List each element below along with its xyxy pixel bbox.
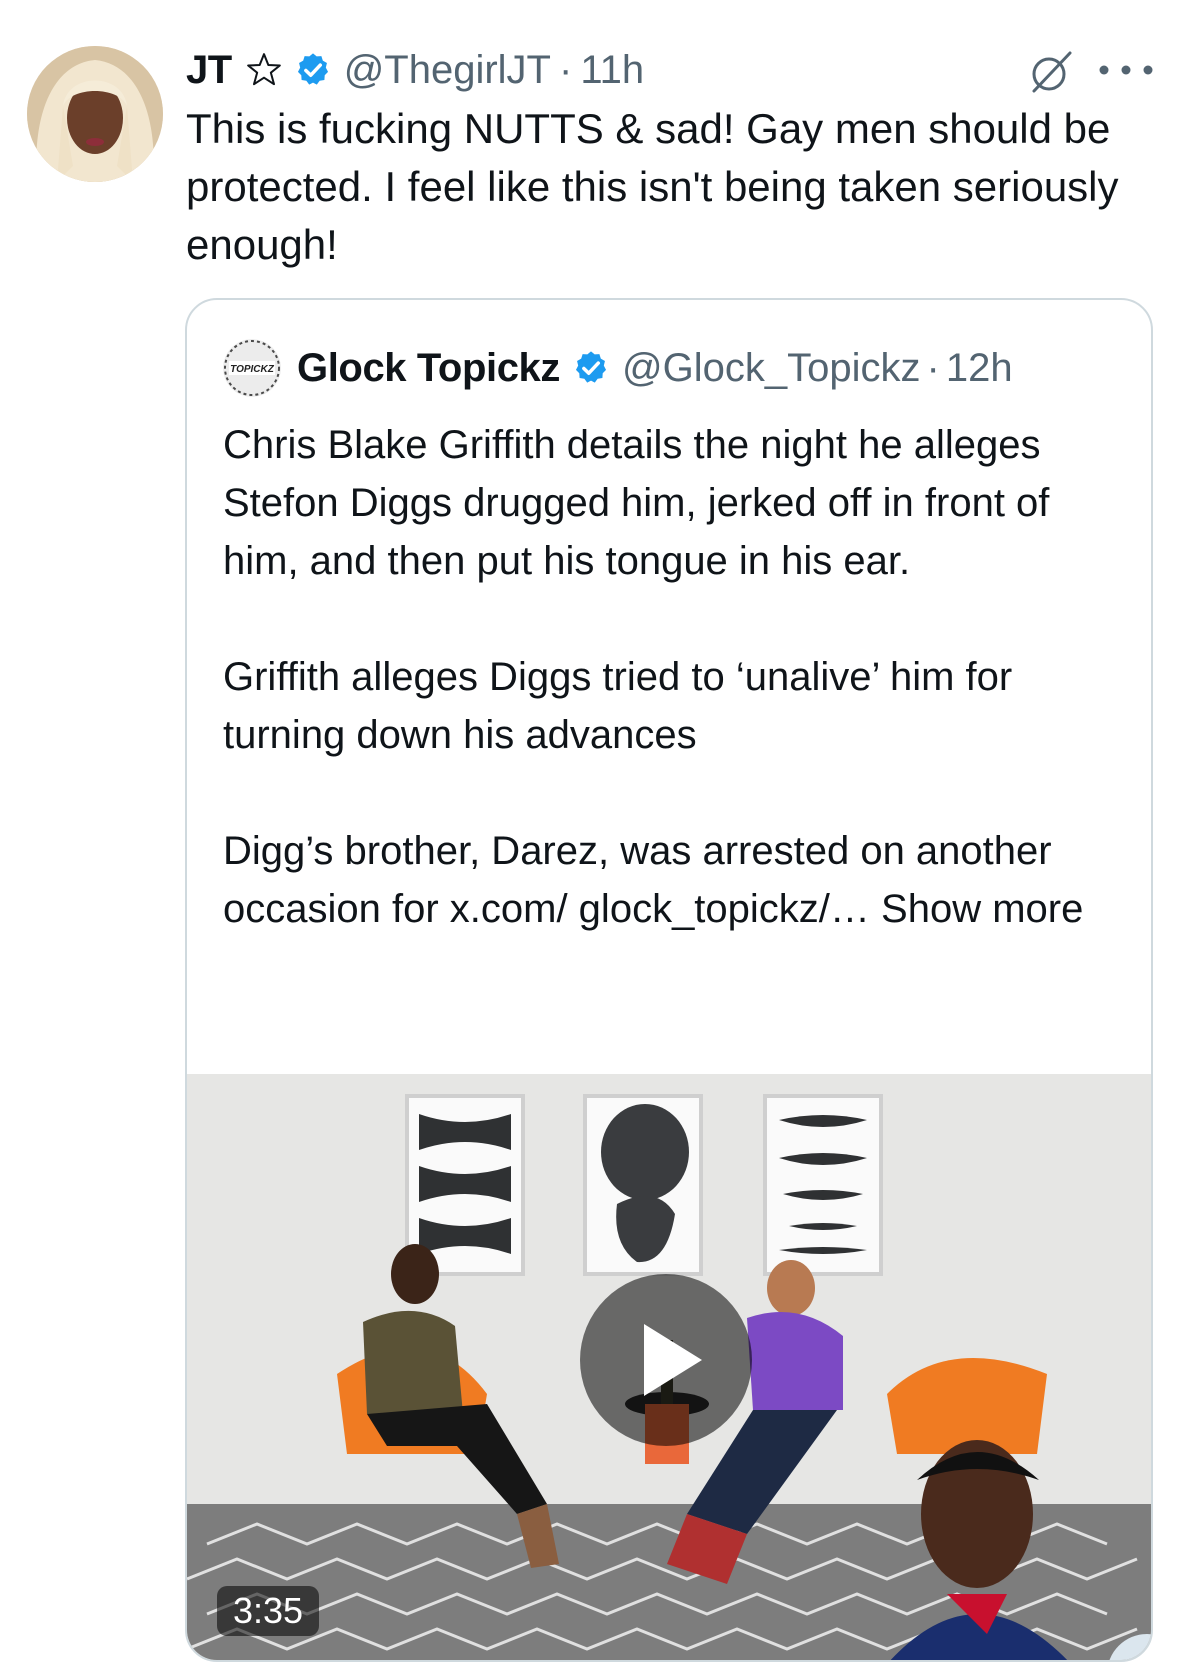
separator-dot: ·: [559, 47, 573, 92]
quoted-avatar-logo-text: TOPICKZ: [230, 364, 275, 375]
quoted-tweet-header: TOPICKZ Glock Topickz @Glock_Topickz · 1…: [223, 339, 1013, 397]
tweet-time[interactable]: 11h: [580, 48, 644, 93]
more-horizontal-icon[interactable]: [1096, 62, 1156, 78]
author-handle[interactable]: @ThegirlJT: [344, 48, 551, 93]
quoted-author-avatar[interactable]: TOPICKZ: [223, 339, 281, 397]
verified-badge-icon: [297, 53, 328, 85]
author-avatar[interactable]: [27, 46, 163, 182]
play-icon: [644, 1324, 702, 1396]
show-more-link[interactable]: Show more: [881, 887, 1083, 931]
quoted-tweet-text: Chris Blake Griffith details the night h…: [223, 416, 1123, 938]
video-player[interactable]: 3:35: [187, 1074, 1151, 1660]
grok-icon[interactable]: [1026, 47, 1076, 97]
star-outline-icon: [246, 53, 281, 86]
quoted-author-name[interactable]: Glock Topickz: [297, 346, 560, 391]
tweet-header: JT @ThegirlJT · 11h: [186, 40, 644, 100]
quoted-tweet-card[interactable]: TOPICKZ Glock Topickz @Glock_Topickz · 1…: [185, 298, 1153, 1662]
quoted-tweet-time[interactable]: 12h: [946, 346, 1013, 391]
play-button[interactable]: [580, 1274, 752, 1446]
video-duration-badge: 3:35: [217, 1586, 320, 1636]
separator-dot: ·: [926, 345, 940, 390]
quoted-paragraph: Chris Blake Griffith details the night h…: [223, 423, 1050, 583]
tweet-text: This is fucking NUTTS & sad! Gay men sho…: [186, 105, 1119, 268]
verified-badge-icon: [575, 351, 607, 383]
quoted-paragraph: Digg’s brother, Darez, was arrested on a…: [223, 822, 1123, 938]
author-name[interactable]: JT: [186, 48, 232, 93]
quoted-author-handle[interactable]: @Glock_Topickz: [622, 346, 920, 391]
quoted-paragraph: Griffith alleges Diggs tried to ‘unalive…: [223, 655, 1013, 757]
